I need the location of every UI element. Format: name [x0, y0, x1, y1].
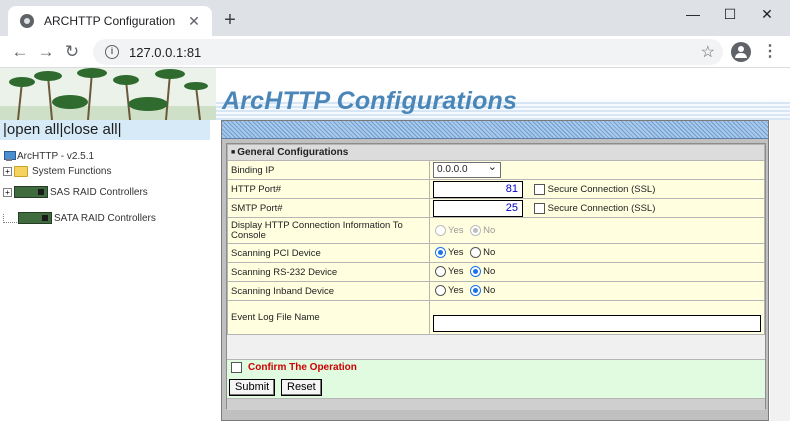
folder-icon [14, 166, 28, 177]
general-config-form: General Configurations Binding IP 0.0.0.… [226, 143, 766, 410]
event-log-label: Event Log File Name [227, 300, 430, 335]
binding-ip-label: Binding IP [227, 160, 430, 180]
left-tree-frame: |open all|close all| ArcHTTP - v2.5.1 + … [0, 120, 220, 421]
close-window-button[interactable]: ✕ [744, 0, 790, 28]
scan-rs232-yes-radio[interactable] [435, 266, 446, 278]
tree-item-sas-controllers[interactable]: + SAS RAID Controllers [3, 186, 148, 198]
expand-plus-icon[interactable]: + [3, 167, 12, 176]
scan-inband-yes-radio[interactable] [435, 285, 446, 297]
binding-ip-select[interactable]: 0.0.0.0 [433, 160, 501, 178]
display-http-no-radio[interactable] [470, 224, 482, 236]
smtp-port-label: SMTP Port# [227, 198, 430, 218]
no-label: No [483, 285, 496, 297]
scan-pci-no-radio[interactable] [470, 247, 482, 259]
tab-close-icon[interactable]: ✕ [186, 13, 202, 29]
profile-avatar-icon[interactable] [731, 42, 751, 62]
http-port-input[interactable]: 81 [433, 180, 523, 198]
page-scrollbar[interactable] [770, 120, 790, 421]
tree-root-label[interactable]: ArcHTTP - v2.5.1 [17, 151, 94, 162]
reset-button[interactable]: Reset [281, 379, 322, 396]
tree-item-system-functions[interactable]: + System Functions [3, 166, 111, 177]
config-frame: General Configurations Binding IP 0.0.0.… [221, 120, 769, 421]
banner: ArcHTTP Configurations [0, 68, 790, 120]
back-button[interactable]: ← [8, 40, 32, 64]
yes-label: Yes [448, 285, 464, 297]
url-text[interactable]: 127.0.0.1:81 [129, 45, 201, 60]
smtp-ssl-checkbox[interactable] [533, 202, 545, 214]
submit-button[interactable]: Submit [229, 379, 276, 396]
reload-button[interactable]: ↻ [60, 40, 84, 64]
no-label: No [483, 224, 496, 236]
close-all-link[interactable]: close all [63, 121, 117, 138]
open-all-link[interactable]: open all [7, 121, 60, 138]
tree-item-sata-controllers[interactable]: SATA RAID Controllers [3, 212, 156, 224]
separator: | [117, 121, 122, 138]
event-log-input[interactable] [433, 315, 761, 332]
http-ssl-checkbox[interactable] [533, 183, 545, 195]
raid-card-icon [18, 212, 52, 224]
tree-item-label[interactable]: System Functions [32, 166, 111, 177]
scan-inband-label: Scanning Inband Device [227, 281, 430, 301]
no-label: No [483, 266, 496, 278]
confirm-checkbox[interactable] [231, 362, 242, 373]
smtp-ssl-label: Secure Connection (SSL) [547, 202, 656, 214]
http-port-label: HTTP Port# [227, 179, 430, 199]
address-bar[interactable]: i 127.0.0.1:81 ☆ [93, 39, 723, 65]
config-frame-header [222, 121, 768, 139]
browser-menu-icon[interactable]: ⋮ [762, 42, 778, 62]
scan-pci-label: Scanning PCI Device [227, 243, 430, 263]
bookmark-star-icon[interactable]: ☆ [701, 42, 715, 62]
scan-inband-no-radio[interactable] [470, 285, 482, 297]
new-tab-button[interactable]: + [220, 10, 240, 31]
display-http-yes-radio[interactable] [435, 224, 446, 236]
tree-item-label[interactable]: SAS RAID Controllers [50, 187, 148, 198]
site-info-icon[interactable]: i [105, 45, 119, 59]
scan-rs232-no-radio[interactable] [470, 266, 482, 278]
palm-trees-banner-image [0, 68, 216, 120]
yes-label: Yes [448, 247, 464, 259]
tree-root[interactable]: ArcHTTP - v2.5.1 [3, 150, 94, 162]
open-close-bar: |open all|close all| [0, 120, 210, 140]
browser-tab[interactable]: ARCHTTP Configuration ✕ [8, 6, 212, 36]
scan-rs232-label: Scanning RS-232 Device [227, 262, 430, 282]
yes-label: Yes [448, 266, 464, 278]
browser-titlebar: ARCHTTP Configuration ✕ + — ☐ ✕ [0, 0, 790, 36]
tree-connector-line [3, 213, 17, 223]
tree-item-label[interactable]: SATA RAID Controllers [54, 213, 156, 224]
smtp-port-input[interactable]: 25 [433, 199, 523, 217]
form-bottom-bar [227, 398, 765, 410]
display-http-label: Display HTTP Connection Information To C… [227, 217, 430, 244]
confirm-section: Confirm The Operation Submit Reset [227, 359, 765, 410]
no-label: No [483, 247, 496, 259]
raid-card-icon [14, 186, 48, 198]
tab-title: ARCHTTP Configuration [44, 14, 176, 28]
scan-pci-yes-radio[interactable] [435, 247, 446, 259]
computer-icon [3, 150, 16, 162]
forward-button[interactable]: → [34, 40, 58, 64]
page-title: ArcHTTP Configurations [222, 87, 518, 115]
http-ssl-label: Secure Connection (SSL) [547, 183, 656, 195]
expand-plus-icon[interactable]: + [3, 187, 12, 197]
confirm-label: Confirm The Operation [248, 362, 357, 373]
section-header: General Configurations [227, 144, 765, 161]
confirm-line: Confirm The Operation [231, 362, 357, 373]
yes-label: Yes [448, 224, 464, 236]
config-table: General Configurations Binding IP 0.0.0.… [227, 144, 765, 335]
page-content: ArcHTTP Configurations |open all|close a… [0, 68, 790, 421]
globe-icon [20, 14, 34, 28]
browser-toolbar: ← → ↻ i 127.0.0.1:81 ☆ ⋮ [0, 36, 790, 68]
